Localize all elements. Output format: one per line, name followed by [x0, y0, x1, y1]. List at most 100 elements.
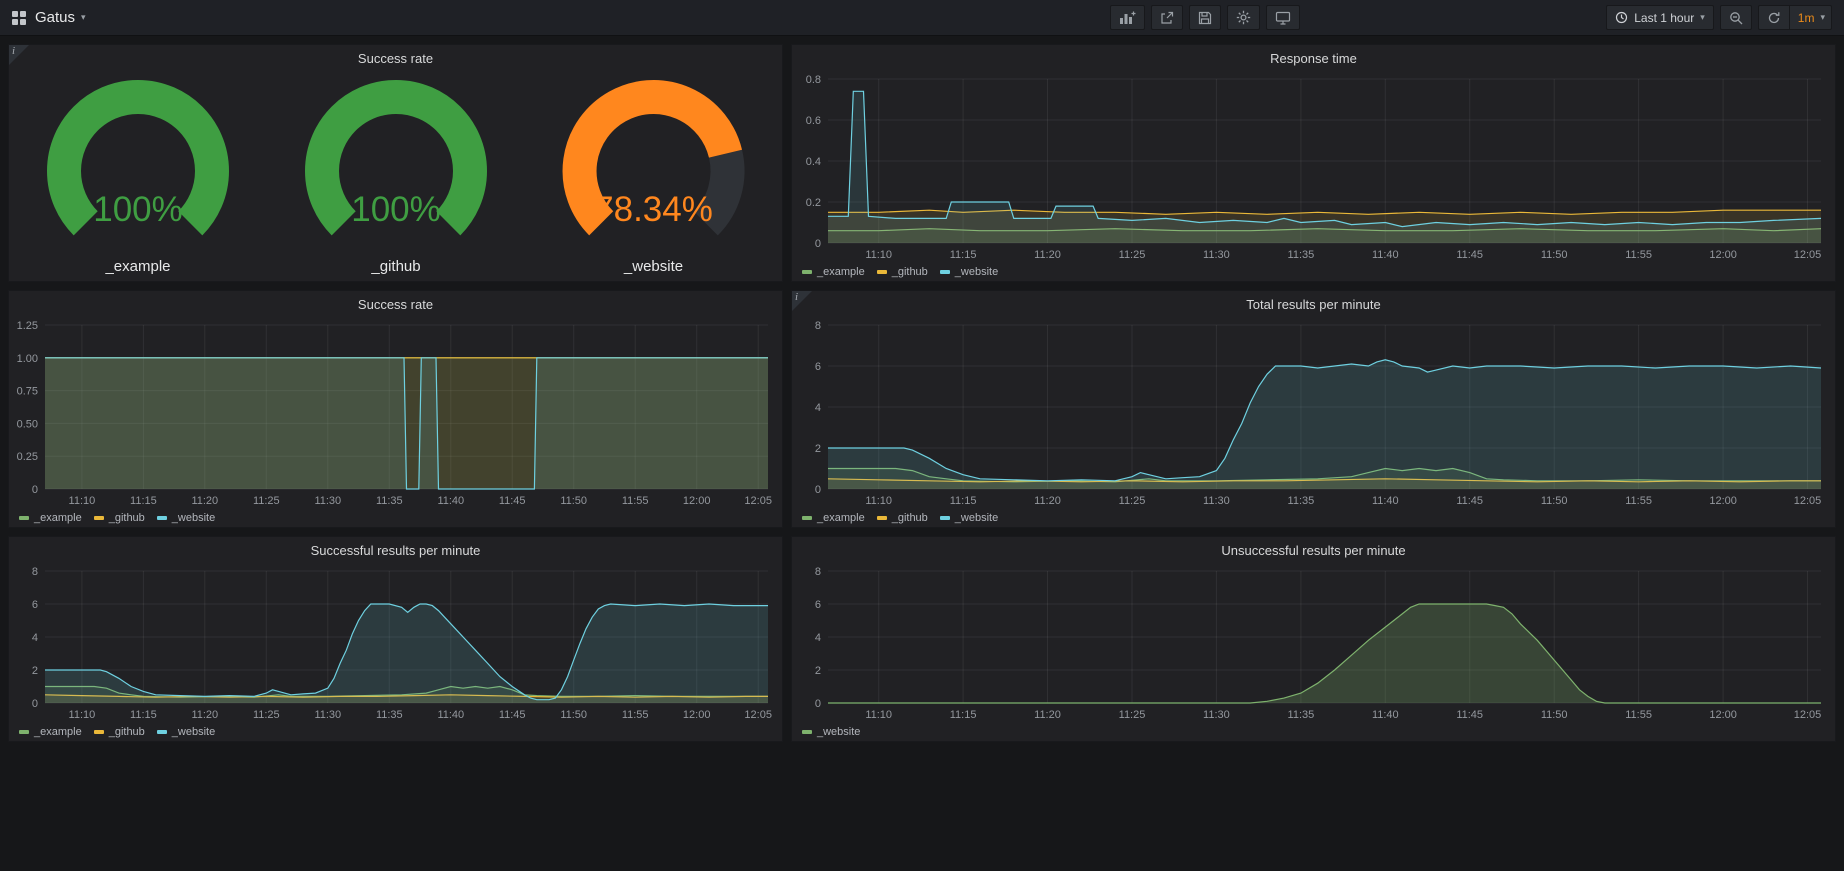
panel-title[interactable]: Response time — [792, 45, 1835, 71]
legend-item[interactable]: _website — [802, 726, 860, 738]
svg-text:11:20: 11:20 — [191, 495, 218, 507]
svg-text:12:05: 12:05 — [1794, 495, 1822, 507]
legend-item[interactable]: _example — [19, 512, 82, 524]
svg-text:11:40: 11:40 — [437, 495, 464, 507]
refresh-interval-label[interactable]: 1m — [1789, 5, 1815, 30]
gauge-chart: 78.34% — [525, 75, 782, 257]
settings-button[interactable] — [1227, 5, 1260, 30]
panel-title[interactable]: Total results per minute — [792, 291, 1835, 317]
time-range-button[interactable]: Last 1 hour ▾ — [1606, 5, 1714, 30]
svg-text:8: 8 — [32, 566, 38, 578]
svg-text:11:25: 11:25 — [253, 495, 280, 507]
svg-text:11:15: 11:15 — [130, 709, 157, 721]
legend-item[interactable]: _github — [877, 266, 928, 278]
legend-swatch — [877, 270, 887, 274]
monitor-icon — [1275, 11, 1291, 25]
refresh-button[interactable]: 1m ▾ — [1758, 5, 1832, 30]
svg-text:11:20: 11:20 — [1034, 495, 1061, 507]
legend-item[interactable]: _github — [94, 512, 145, 524]
legend-item[interactable]: _website — [157, 512, 215, 524]
svg-text:0: 0 — [815, 698, 821, 710]
panel-unsuccessful-results: Unsuccessful results per minute 0246811:… — [791, 536, 1836, 742]
legend-swatch — [802, 516, 812, 520]
navbar: Gatus ▾ Last 1 hour ▾ 1m ▾ — [0, 0, 1844, 36]
svg-text:0.25: 0.25 — [17, 451, 38, 463]
svg-text:11:45: 11:45 — [1456, 709, 1483, 721]
legend-item[interactable]: _website — [157, 726, 215, 738]
gauge-example: 100% _example — [9, 75, 267, 281]
panel-title-text: Successful results per minute — [311, 543, 481, 558]
legend-swatch — [94, 730, 104, 734]
zoom-out-button[interactable] — [1720, 5, 1752, 30]
gauge-svg: 100% — [267, 75, 525, 257]
chart-svg: 00.20.40.60.811:1011:1511:2011:2511:3011… — [792, 71, 1835, 263]
zoom-out-icon — [1729, 11, 1743, 25]
legend-item[interactable]: _example — [802, 266, 865, 278]
panel-title[interactable]: Unsuccessful results per minute — [792, 537, 1835, 563]
gauge-github: 100% _github — [267, 75, 525, 281]
panel-success-rate-gauges: Success rate 100% _example 100% _github … — [8, 44, 783, 282]
svg-text:12:05: 12:05 — [744, 709, 772, 721]
chart-response-time[interactable]: 00.20.40.60.811:1011:1511:2011:2511:3011… — [792, 71, 1835, 263]
svg-text:8: 8 — [815, 320, 821, 332]
share-button[interactable] — [1151, 5, 1183, 30]
dashboards-grid-icon[interactable] — [12, 11, 26, 25]
chart-svg: 0246811:1011:1511:2011:2511:3011:3511:40… — [792, 317, 1835, 509]
legend-swatch — [877, 516, 887, 520]
svg-text:11:40: 11:40 — [1372, 709, 1399, 721]
svg-text:11:40: 11:40 — [1372, 495, 1399, 507]
svg-text:12:00: 12:00 — [1709, 495, 1737, 507]
panel-title[interactable]: Success rate — [9, 291, 782, 317]
svg-text:12:05: 12:05 — [1794, 709, 1822, 721]
svg-text:6: 6 — [815, 599, 821, 611]
save-icon — [1198, 11, 1212, 25]
svg-text:11:50: 11:50 — [1541, 495, 1568, 507]
panel-title-text: Unsuccessful results per minute — [1221, 543, 1405, 558]
panel-info-icon[interactable] — [792, 291, 812, 311]
refresh-caret-icon: ▾ — [1820, 12, 1825, 23]
dashboard-title[interactable]: Gatus — [35, 9, 75, 26]
svg-text:11:10: 11:10 — [69, 495, 96, 507]
svg-text:11:10: 11:10 — [865, 495, 892, 507]
time-range-caret-icon: ▾ — [1700, 12, 1705, 23]
gauge-svg: 100% — [9, 75, 267, 257]
legend-item[interactable]: _github — [877, 512, 928, 524]
panel-info-icon[interactable] — [9, 45, 29, 65]
svg-text:0.2: 0.2 — [806, 197, 821, 209]
save-button[interactable] — [1189, 5, 1221, 30]
svg-text:0.50: 0.50 — [17, 418, 38, 430]
chart-total-results[interactable]: 0246811:1011:1511:2011:2511:3011:3511:40… — [792, 317, 1835, 509]
chart-success-rate[interactable]: 00.250.500.751.001.2511:1011:1511:2011:2… — [9, 317, 782, 509]
panel-title[interactable]: Successful results per minute — [9, 537, 782, 563]
chart-successful-results[interactable]: 0246811:1011:1511:2011:2511:3011:3511:40… — [9, 563, 782, 723]
legend-swatch — [19, 730, 29, 734]
svg-text:11:25: 11:25 — [1119, 249, 1146, 261]
share-icon — [1160, 11, 1174, 25]
svg-text:11:45: 11:45 — [1456, 249, 1483, 261]
svg-text:11:40: 11:40 — [1372, 249, 1399, 261]
svg-text:4: 4 — [815, 632, 821, 644]
svg-text:11:10: 11:10 — [69, 709, 96, 721]
gear-icon — [1236, 10, 1251, 25]
add-panel-button[interactable] — [1110, 5, 1145, 30]
svg-text:11:35: 11:35 — [376, 709, 403, 721]
panel-title[interactable]: Success rate — [9, 45, 782, 71]
legend-item[interactable]: _website — [940, 266, 998, 278]
svg-text:11:55: 11:55 — [622, 709, 649, 721]
panel-response-time: Response time 00.20.40.60.811:1011:1511:… — [791, 44, 1836, 282]
svg-text:0.6: 0.6 — [806, 115, 821, 127]
svg-text:11:15: 11:15 — [130, 495, 157, 507]
chart-unsuccessful-results[interactable]: 0246811:1011:1511:2011:2511:3011:3511:40… — [792, 563, 1835, 723]
svg-text:11:30: 11:30 — [314, 495, 341, 507]
legend-item[interactable]: _example — [802, 512, 865, 524]
svg-text:11:35: 11:35 — [376, 495, 403, 507]
panel-legend: _example _github _website — [792, 509, 1835, 527]
legend-item[interactable]: _website — [940, 512, 998, 524]
cycle-view-button[interactable] — [1266, 5, 1300, 30]
gauge-row: 100% _example 100% _github 78.34% _websi… — [9, 71, 782, 281]
dashboard-caret-icon[interactable]: ▾ — [81, 12, 86, 23]
svg-text:11:25: 11:25 — [253, 709, 280, 721]
legend-item[interactable]: _github — [94, 726, 145, 738]
legend-swatch — [19, 516, 29, 520]
legend-item[interactable]: _example — [19, 726, 82, 738]
